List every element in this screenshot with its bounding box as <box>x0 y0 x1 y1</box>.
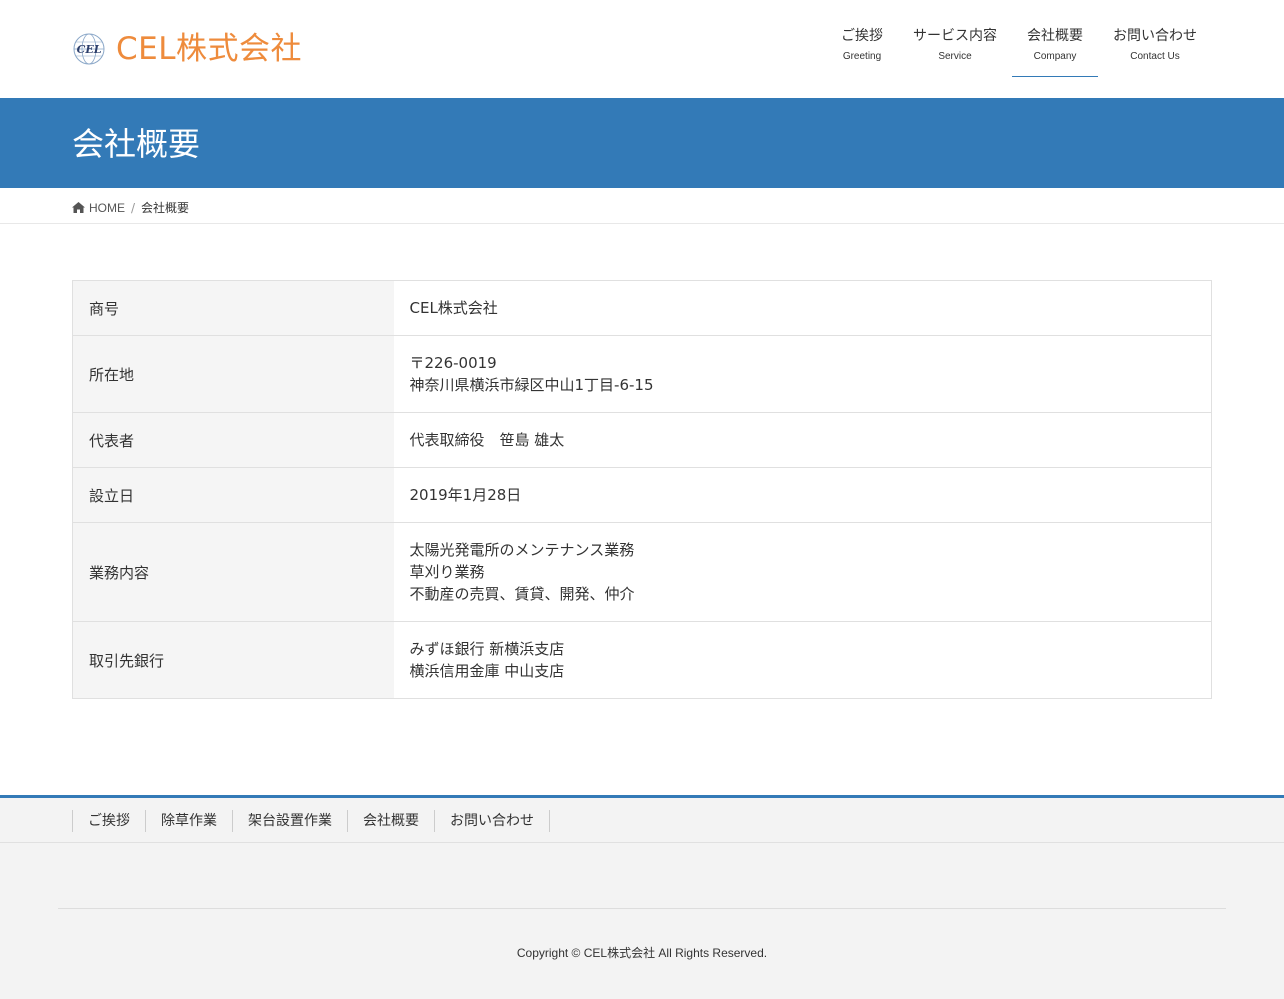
value-line: 横浜信用金庫 中山支店 <box>409 662 565 680</box>
globe-logo-icon: CEL <box>73 33 105 65</box>
global-nav: ご挨拶 Greeting サービス内容 Service 会社概要 Company… <box>826 26 1212 77</box>
row-label: 取引先銀行 <box>72 621 394 699</box>
nav-item-greeting[interactable]: ご挨拶 Greeting <box>826 26 898 77</box>
table-row: 商号 CEL株式会社 <box>72 280 1212 336</box>
row-value: 代表取締役 笹島 雄太 <box>393 412 1212 468</box>
row-value: 2019年1月28日 <box>393 467 1212 523</box>
page-title: 会社概要 <box>72 125 201 163</box>
nav-item-contact[interactable]: お問い合わせ Contact Us <box>1098 26 1212 77</box>
value-line: CEL株式会社 <box>409 299 498 317</box>
table-row: 取引先銀行 みずほ銀行 新横浜支店 横浜信用金庫 中山支店 <box>72 621 1212 699</box>
site-footer: ご挨拶 除草作業 架台設置作業 会社概要 お問い合わせ Copyright © … <box>0 795 1284 999</box>
footer-nav: ご挨拶 除草作業 架台設置作業 会社概要 お問い合わせ <box>0 798 1284 843</box>
breadcrumb-home-link[interactable]: HOME <box>72 201 125 215</box>
home-icon <box>72 202 85 213</box>
nav-item-service[interactable]: サービス内容 Service <box>898 26 1012 77</box>
nav-label: ご挨拶 <box>841 28 883 44</box>
nav-sublabel: Contact Us <box>1130 51 1180 62</box>
breadcrumb-current: 会社概要 <box>141 201 190 215</box>
breadcrumb: HOME / 会社概要 <box>0 188 1284 224</box>
row-label: 業務内容 <box>72 522 394 622</box>
value-line: 代表取締役 笹島 雄太 <box>409 431 565 449</box>
copyright-text: Copyright © CEL株式会社 All Rights Reserved. <box>516 946 768 960</box>
value-line: 草刈り業務 <box>409 563 485 581</box>
breadcrumb-separator: / <box>131 200 136 215</box>
footer-divider <box>58 908 1226 909</box>
nav-sublabel: Service <box>938 51 972 62</box>
nav-sublabel: Greeting <box>842 51 882 62</box>
nav-label: サービス内容 <box>913 28 997 44</box>
row-label: 設立日 <box>72 467 394 523</box>
row-value: 太陽光発電所のメンテナンス業務 草刈り業務 不動産の売買、賃貸、開発、仲介 <box>393 522 1212 622</box>
site-header: CEL CEL株式会社 ご挨拶 Greeting サービス内容 Service … <box>0 0 1284 98</box>
site-logo[interactable]: CEL CEL株式会社 <box>72 32 302 66</box>
company-info-table: 商号 CEL株式会社 所在地 〒226-0019 神奈川県横浜市緑区中山1丁目-… <box>72 280 1212 699</box>
nav-sublabel: Company <box>1033 51 1077 62</box>
footer-link-weeding[interactable]: 除草作業 <box>146 810 233 832</box>
value-line: 太陽光発電所のメンテナンス業務 <box>409 541 635 559</box>
page-header-band: 会社概要 <box>0 98 1284 188</box>
value-line: みずほ銀行 新横浜支店 <box>409 640 565 658</box>
logo-text: CEL株式会社 <box>116 31 303 67</box>
table-row: 代表者 代表取締役 笹島 雄太 <box>72 412 1212 468</box>
nav-item-company[interactable]: 会社概要 Company <box>1012 26 1098 77</box>
table-row: 業務内容 太陽光発電所のメンテナンス業務 草刈り業務 不動産の売買、賃貸、開発、… <box>72 522 1212 622</box>
footer-link-mount-installation[interactable]: 架台設置作業 <box>233 810 348 832</box>
row-label: 商号 <box>72 280 394 336</box>
nav-label: お問い合わせ <box>1113 28 1197 44</box>
nav-label: 会社概要 <box>1027 28 1083 44</box>
row-value: 〒226-0019 神奈川県横浜市緑区中山1丁目-6-15 <box>393 335 1212 413</box>
value-line: 神奈川県横浜市緑区中山1丁目-6-15 <box>409 376 654 394</box>
table-row: 設立日 2019年1月28日 <box>72 467 1212 523</box>
footer-link-company[interactable]: 会社概要 <box>348 810 435 832</box>
row-value: みずほ銀行 新横浜支店 横浜信用金庫 中山支店 <box>394 622 1212 699</box>
row-label: 所在地 <box>72 335 394 413</box>
svg-text:CEL: CEL <box>77 43 102 56</box>
value-line: 〒226-0019 <box>409 354 497 372</box>
footer-link-contact[interactable]: お問い合わせ <box>435 810 550 832</box>
row-value: CEL株式会社 <box>393 280 1212 336</box>
row-label: 代表者 <box>72 412 394 468</box>
value-line: 2019年1月28日 <box>409 486 522 504</box>
breadcrumb-home-label: HOME <box>89 200 125 215</box>
footer-link-greeting[interactable]: ご挨拶 <box>73 810 146 832</box>
table-row: 所在地 〒226-0019 神奈川県横浜市緑区中山1丁目-6-15 <box>72 335 1212 413</box>
value-line: 不動産の売買、賃貸、開発、仲介 <box>409 585 635 603</box>
